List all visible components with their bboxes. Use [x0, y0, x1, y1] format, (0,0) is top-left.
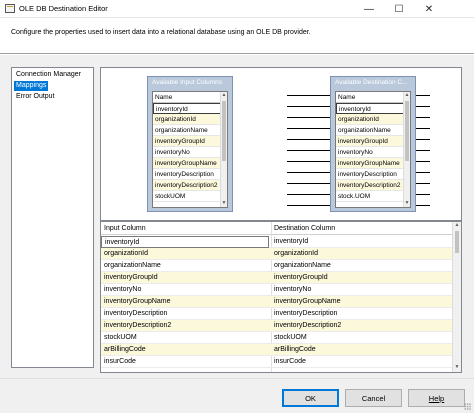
scroll-up-icon[interactable]: ▲ [404, 92, 410, 99]
nav-item-error-output[interactable]: Error Output [14, 92, 57, 102]
input-column-cell[interactable]: inventoryDescription [101, 308, 271, 320]
destination-column-cell[interactable]: arBillingCode [271, 344, 453, 356]
input-column-cell[interactable]: stockUOM [101, 332, 271, 344]
grid-scrollbar[interactable]: ▲ ▼ [452, 222, 461, 372]
destination-column-cell[interactable]: organizationName [271, 260, 453, 272]
input-column-cell[interactable]: inventoryDescription2 [101, 320, 271, 332]
scroll-down-icon[interactable]: ▼ [221, 200, 227, 207]
dialog-body: Connection Manager Mappings Error Output… [0, 55, 474, 378]
table-row[interactable]: inventoryId inventoryId [101, 236, 453, 248]
destination-column-cell[interactable]: inventoryNo [271, 284, 453, 296]
destination-column-cell[interactable]: inventoryId [271, 236, 453, 248]
table-row[interactable]: insurCode insurCode [101, 356, 453, 368]
input-column-item[interactable]: organizationId [153, 114, 221, 125]
input-column-item[interactable]: inventoryNo [153, 147, 221, 158]
table-row[interactable]: inventoryGroupName inventoryGroupName [101, 296, 453, 308]
input-columns-title: Available Input Columns [152, 79, 222, 86]
app-icon [5, 4, 15, 13]
input-columns-scrollbar[interactable]: ▲ ▼ [220, 92, 227, 207]
scroll-down-icon[interactable]: ▼ [454, 364, 460, 371]
destination-column-item[interactable]: organizationId [336, 114, 404, 125]
input-column-item[interactable]: organizationName [153, 125, 221, 136]
grid-header-destination-column[interactable]: Destination Column [271, 222, 453, 235]
input-column-item[interactable]: inventoryDescription2 [153, 180, 221, 191]
mapping-grid[interactable]: Input Column Destination Column inventor… [100, 221, 462, 373]
destination-column-cell[interactable]: inventoryDescription [271, 308, 453, 320]
input-column-cell[interactable]: inventoryNo [101, 284, 271, 296]
cancel-button[interactable]: Cancel [345, 389, 402, 407]
destination-column-item[interactable]: inventoryId [336, 103, 404, 114]
destination-column-item[interactable]: stock.UOM [336, 191, 404, 202]
nav-item-connection-manager[interactable]: Connection Manager [14, 70, 83, 80]
mapping-canvas[interactable]: Available Input Columns Name inventoryId… [100, 67, 462, 221]
input-column-item[interactable]: inventoryGroupName [153, 158, 221, 169]
header-panel: Configure the properties used to insert … [0, 18, 474, 54]
help-button-label: Help [428, 393, 445, 403]
input-column-cell[interactable]: inventoryGroupId [101, 272, 271, 284]
table-row[interactable]: arBillingCode arBillingCode [101, 344, 453, 356]
ok-button[interactable]: OK [282, 389, 339, 407]
destination-column-cell[interactable]: organizationId [271, 248, 453, 260]
input-column-item[interactable]: inventoryGroupId [153, 136, 221, 147]
input-column-item[interactable]: inventoryId [153, 103, 221, 114]
input-column-item[interactable]: inventoryDescription [153, 169, 221, 180]
help-button[interactable]: Help [408, 389, 465, 407]
table-row[interactable]: organizationId organizationId [101, 248, 453, 260]
destination-column-cell[interactable]: insurCode [271, 356, 453, 368]
table-row[interactable]: stockUOM stockUOM [101, 332, 453, 344]
destination-name-header: Name [336, 92, 404, 103]
scroll-thumb[interactable] [455, 231, 459, 253]
input-column-cell[interactable]: arBillingCode [101, 344, 271, 356]
scroll-up-icon[interactable]: ▲ [454, 222, 460, 229]
destination-columns-title: Available Destination C... [335, 79, 408, 86]
input-column-cell[interactable]: inventoryGroupName [101, 296, 271, 308]
input-columns-box[interactable]: Available Input Columns Name inventoryId… [147, 76, 233, 212]
input-columns-list: Name inventoryId organizationId organiza… [152, 91, 228, 208]
input-name-header: Name [153, 92, 221, 103]
destination-column-cell[interactable]: inventoryDescription2 [271, 320, 453, 332]
resize-grip-icon[interactable] [464, 403, 471, 410]
destination-column-cell[interactable]: stockUOM [271, 332, 453, 344]
window-title: OLE DB Destination Editor [19, 4, 108, 13]
scroll-thumb[interactable] [222, 101, 226, 161]
minimize-button[interactable]: — [354, 0, 384, 18]
grid-header-input-column[interactable]: Input Column [101, 222, 271, 235]
table-row[interactable]: inventoryDescription inventoryDescriptio… [101, 308, 453, 320]
destination-column-item[interactable]: inventoryDescription [336, 169, 404, 180]
table-row[interactable]: organizationName organizationName [101, 260, 453, 272]
destination-column-cell[interactable]: inventoryGroupId [271, 272, 453, 284]
close-button[interactable]: ✕ [414, 0, 444, 18]
destination-column-item[interactable]: organizationName [336, 125, 404, 136]
input-column-cell[interactable]: organizationId [101, 248, 271, 260]
table-row[interactable]: inventoryNo inventoryNo [101, 284, 453, 296]
destination-columns-box[interactable]: Available Destination C... Name inventor… [330, 76, 416, 212]
nav-item-mappings[interactable]: Mappings [14, 81, 49, 91]
destination-column-item[interactable]: inventoryDescription2 [336, 180, 404, 191]
table-row[interactable]: inventoryGroupId inventoryGroupId [101, 272, 453, 284]
header-description: Configure the properties used to insert … [11, 29, 311, 36]
nav-pane: Connection Manager Mappings Error Output [11, 67, 94, 368]
input-column-cell[interactable]: organizationName [101, 260, 271, 272]
destination-columns-scrollbar[interactable]: ▲ ▼ [403, 92, 410, 207]
scroll-down-icon[interactable]: ▼ [404, 200, 410, 207]
input-column-item[interactable]: stockUOM [153, 191, 221, 202]
destination-column-cell[interactable]: inventoryGroupName [271, 296, 453, 308]
destination-columns-list: Name inventoryId organizationId organiza… [335, 91, 411, 208]
destination-column-item[interactable]: inventoryGroupId [336, 136, 404, 147]
input-column-cell[interactable]: insurCode [101, 356, 271, 368]
dialog-footer: OK Cancel Help [0, 378, 474, 413]
grid-header: Input Column Destination Column [101, 222, 453, 235]
table-row[interactable]: inventoryDescription2 inventoryDescripti… [101, 320, 453, 332]
scroll-thumb[interactable] [405, 101, 409, 161]
destination-column-item[interactable]: inventoryNo [336, 147, 404, 158]
title-bar: OLE DB Destination Editor — ☐ ✕ [0, 0, 474, 18]
maximize-button[interactable]: ☐ [384, 0, 414, 18]
destination-column-item[interactable]: inventoryGroupName [336, 158, 404, 169]
scroll-up-icon[interactable]: ▲ [221, 92, 227, 99]
input-column-cell[interactable]: inventoryId [101, 236, 269, 248]
